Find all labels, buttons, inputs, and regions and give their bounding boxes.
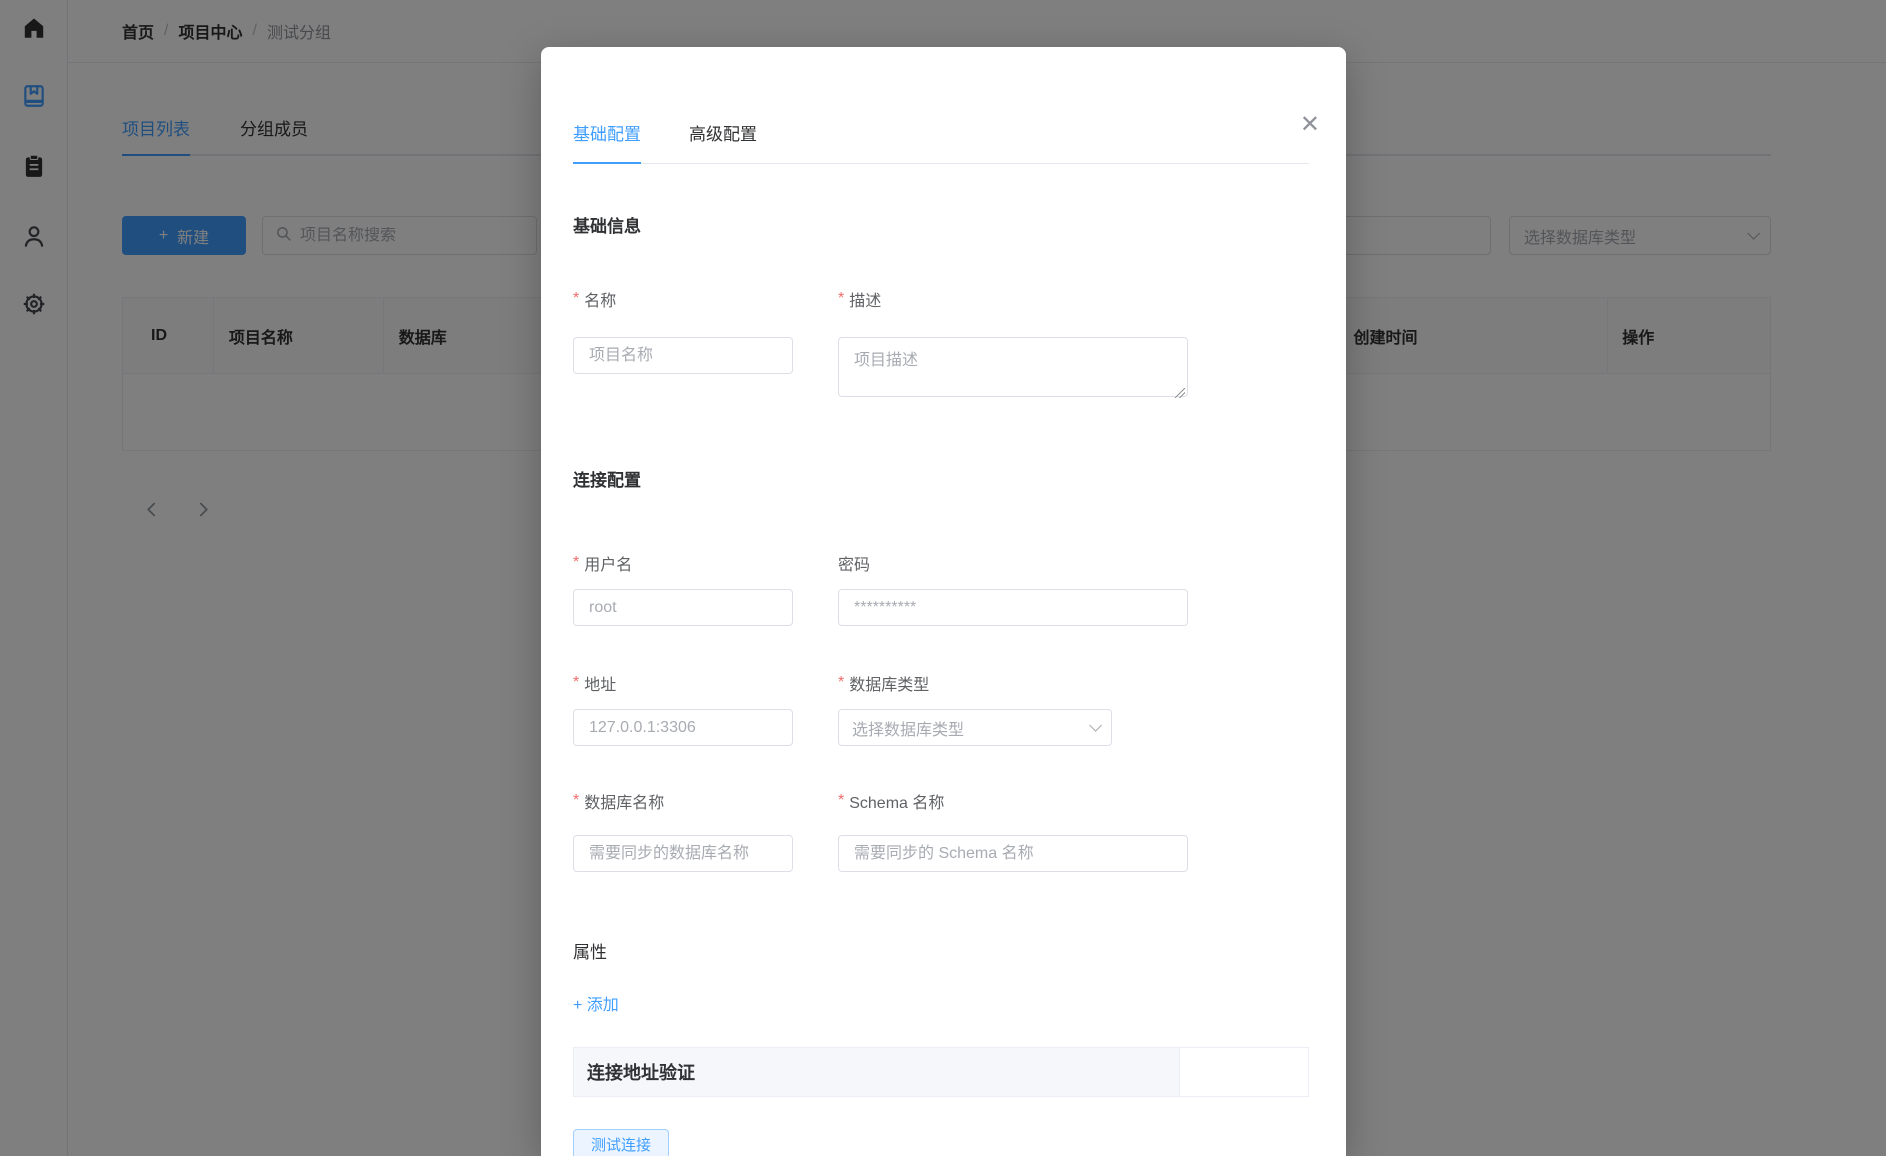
address-input[interactable] [573, 709, 793, 746]
address-label-text: 地址 [584, 671, 616, 695]
required-mark: * [838, 792, 844, 810]
address-label: * 地址 [573, 671, 793, 695]
password-input[interactable] [838, 589, 1188, 626]
required-mark: * [838, 290, 844, 308]
username-label-text: 用户名 [584, 551, 632, 575]
required-mark: * [573, 554, 579, 572]
name-label-text: 名称 [584, 287, 616, 311]
dialog-tabs: 基础配置 高级配置 [573, 120, 1309, 164]
required-mark: * [573, 792, 579, 810]
schema-name-label: * Schema 名称 [838, 789, 1188, 813]
db-name-label-text: 数据库名称 [584, 789, 664, 813]
section-attributes: 属性 [573, 938, 1309, 963]
tab-basic-config[interactable]: 基础配置 [573, 120, 641, 163]
connection-verify-header: 连接地址验证 [574, 1048, 1180, 1096]
username-label: * 用户名 [573, 551, 793, 575]
field-row-4 [573, 835, 1309, 872]
db-type-label: * 数据库类型 [838, 671, 1188, 695]
description-label-text: 描述 [849, 287, 881, 311]
description-label: * 描述 [838, 287, 1188, 311]
db-name-input[interactable] [573, 835, 793, 872]
description-textarea[interactable] [838, 337, 1188, 397]
project-config-dialog: ✕ 基础配置 高级配置 基础信息 * 名称 * 描述 连接配置 [541, 47, 1346, 1156]
password-label-text: 密码 [838, 551, 870, 575]
password-label: 密码 [838, 551, 1188, 575]
db-type-select[interactable]: 选择数据库类型 [838, 709, 1112, 746]
username-input[interactable] [573, 589, 793, 626]
db-name-label: * 数据库名称 [573, 789, 793, 813]
label-row-4: * 数据库名称 * Schema 名称 [573, 789, 1309, 813]
name-input[interactable] [573, 337, 793, 374]
required-mark: * [573, 290, 579, 308]
label-row-2: * 用户名 密码 [573, 551, 1309, 575]
screen: 首页 / 项目中心 / 测试分组 项目列表 分组成员 + 新建 [0, 0, 1886, 1156]
test-connection-button[interactable]: 测试连接 [573, 1129, 669, 1156]
add-attribute-link[interactable]: + 添加 [573, 991, 619, 1015]
close-icon[interactable]: ✕ [1300, 113, 1320, 137]
required-mark: * [573, 674, 579, 692]
field-row-1 [573, 337, 1309, 402]
schema-name-label-text: Schema 名称 [849, 789, 944, 813]
db-type-label-text: 数据库类型 [849, 671, 929, 695]
label-row-3: * 地址 * 数据库类型 [573, 671, 1309, 695]
connection-verify-table: 连接地址验证 [573, 1047, 1309, 1097]
connection-verify-result-cell [1180, 1048, 1308, 1096]
tab-advanced-config[interactable]: 高级配置 [689, 120, 757, 163]
label-row-1: * 名称 * 描述 [573, 287, 1309, 311]
field-row-2 [573, 589, 1309, 626]
section-basic-info: 基础信息 [573, 212, 1309, 237]
name-label: * 名称 [573, 287, 793, 311]
db-type-select-placeholder: 选择数据库类型 [852, 716, 964, 740]
chevron-down-icon [1089, 719, 1102, 732]
schema-name-input[interactable] [838, 835, 1188, 872]
required-mark: * [838, 674, 844, 692]
section-connection: 连接配置 [573, 466, 1309, 491]
field-row-3: 选择数据库类型 [573, 709, 1309, 746]
